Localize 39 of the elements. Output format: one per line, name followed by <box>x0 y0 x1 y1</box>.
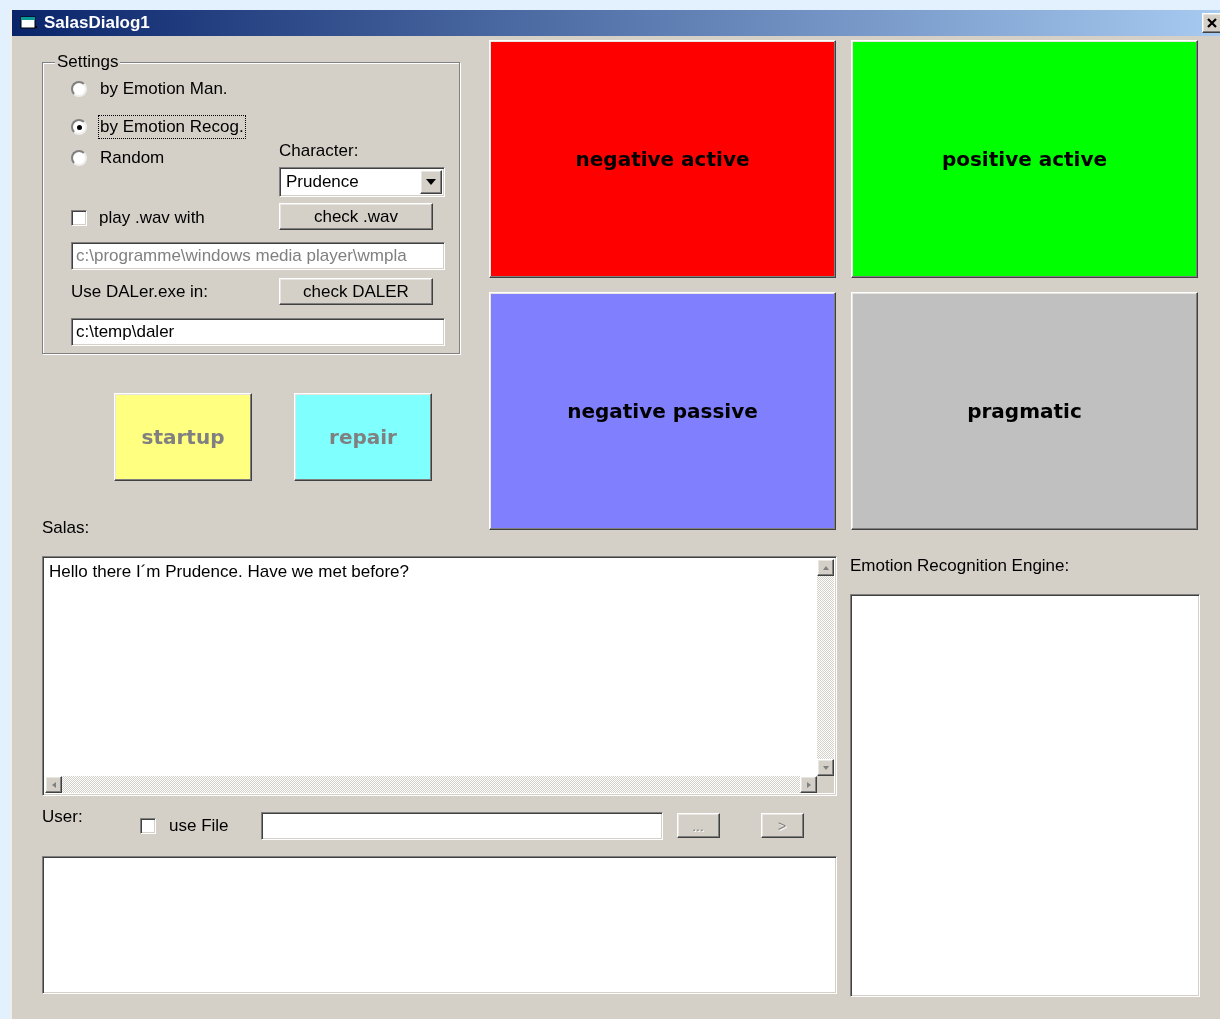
emotion-button[interactable]: pragmatic <box>851 292 1198 530</box>
check-wav-button[interactable]: check .wav <box>279 203 433 230</box>
scroll-left-button[interactable] <box>45 776 62 793</box>
scroll-down-button[interactable] <box>817 759 834 776</box>
window-title: SalasDialog1 <box>44 13 151 33</box>
radio-label[interactable]: Random <box>99 147 166 169</box>
right-arrow-icon <box>804 780 813 789</box>
emotion-button[interactable]: negative active <box>489 40 836 278</box>
window-icon <box>20 16 38 30</box>
down-arrow-icon <box>821 763 830 772</box>
scroll-up-button[interactable] <box>817 559 834 576</box>
engine-label: Emotion Recognition Engine: <box>850 557 1071 575</box>
radio-button[interactable] <box>71 81 87 97</box>
user-label: User: <box>42 808 84 826</box>
check-daler-button[interactable]: check DALER <box>279 278 433 305</box>
character-dropdown[interactable]: Prudence <box>279 167 445 197</box>
group-title: Settings <box>55 52 121 72</box>
character-label: Character: <box>279 141 360 161</box>
close-icon <box>1206 17 1218 29</box>
emotion-button[interactable]: positive active <box>851 40 1198 278</box>
radio-button[interactable] <box>71 150 87 166</box>
radio-label[interactable]: by Emotion Man. <box>99 78 229 100</box>
file-path-field[interactable] <box>260 812 663 840</box>
daler-label: Use DALer.exe in: <box>71 281 209 302</box>
salas-message: Hello there I´m Prudence. Have we met before? <box>48 561 410 583</box>
checkbox-label: play .wav with <box>99 208 205 228</box>
close-button[interactable] <box>1202 13 1220 33</box>
salas-text-area[interactable]: Hello there I´m Prudence. Have we met before? <box>42 556 837 796</box>
checkbox[interactable] <box>140 818 156 834</box>
checkbox-label: use File <box>169 816 229 836</box>
radio-label[interactable]: by Emotion Recog. <box>99 116 245 138</box>
salas-label: Salas: <box>42 519 91 537</box>
emotion-button[interactable]: negative passive <box>489 292 836 530</box>
dropdown-arrow-icon <box>426 179 436 185</box>
daler-path-field[interactable]: c:\temp\daler <box>71 318 445 346</box>
checkbox[interactable] <box>71 210 87 226</box>
scrollbar-corner <box>817 776 834 793</box>
radio-button[interactable] <box>71 119 87 135</box>
scroll-right-button[interactable] <box>800 776 817 793</box>
